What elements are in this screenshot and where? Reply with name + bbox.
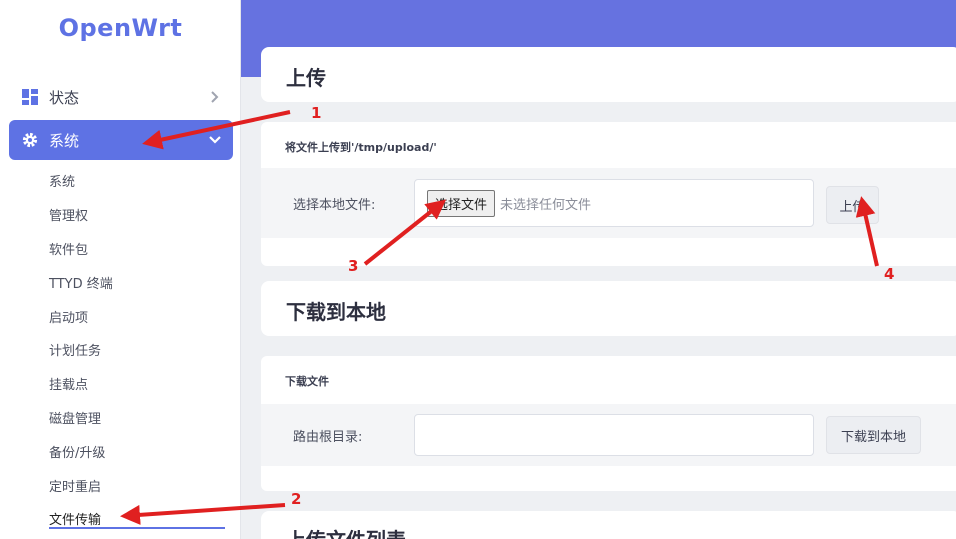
download-title-card: 下载到本地 xyxy=(261,281,956,336)
submenu-item-system[interactable]: 系统 xyxy=(49,164,229,198)
file-input[interactable]: 选择文件 未选择任何文件 xyxy=(414,179,814,227)
submenu-item-reboot-schedule[interactable]: 定时重启 xyxy=(49,468,229,502)
no-file-text: 未选择任何文件 xyxy=(500,197,592,213)
submenu-item-packages[interactable]: 软件包 xyxy=(49,232,229,266)
submenu-item-admin[interactable]: 管理权 xyxy=(49,198,229,232)
chevron-right-icon xyxy=(205,91,225,103)
sidebar-item-system[interactable]: 系统 xyxy=(9,120,233,160)
download-button[interactable]: 下载到本地 xyxy=(826,416,921,454)
sidebar-item-label: 状态 xyxy=(49,88,80,107)
annotation-number-2: 2 xyxy=(291,490,302,508)
sidebar-item-label: 系统 xyxy=(49,131,80,150)
upload-list-card: 上传文件列表 xyxy=(261,511,956,539)
sidebar: OpenWrt 状态 系统 系统 管理权 软件包 TTYD 终端 启动项 计划任… xyxy=(0,0,241,539)
submenu-item-file-transfer[interactable]: 文件传输 xyxy=(49,502,229,536)
annotation-number-1: 1 xyxy=(311,104,322,122)
submenu-item-disk[interactable]: 磁盘管理 xyxy=(49,401,229,435)
router-path-input[interactable] xyxy=(414,414,814,456)
openwrt-logo[interactable]: OpenWrt xyxy=(0,14,241,42)
upload-button[interactable]: 上传 xyxy=(826,186,879,224)
submenu-item-startup[interactable]: 启动项 xyxy=(49,299,229,333)
download-title: 下载到本地 xyxy=(286,300,386,324)
system-submenu: 系统 管理权 软件包 TTYD 终端 启动项 计划任务 挂载点 磁盘管理 备份/… xyxy=(49,164,229,536)
upload-title-card: 上传 xyxy=(261,47,956,102)
active-indicator xyxy=(49,527,225,529)
submenu-item-crontab[interactable]: 计划任务 xyxy=(49,333,229,367)
upload-row-label: 选择本地文件: xyxy=(293,198,376,213)
gear-icon xyxy=(21,131,39,149)
annotation-number-3: 3 xyxy=(348,257,359,275)
annotation-number-4: 4 xyxy=(884,265,895,283)
submenu-item-ttyd[interactable]: TTYD 终端 xyxy=(49,265,229,299)
choose-file-button[interactable]: 选择文件 xyxy=(427,189,496,217)
submenu-item-backup[interactable]: 备份/升级 xyxy=(49,434,229,468)
submenu-item-mounts[interactable]: 挂载点 xyxy=(49,367,229,401)
sidebar-item-status[interactable]: 状态 xyxy=(9,77,233,117)
upload-list-title: 上传文件列表 xyxy=(286,524,406,539)
chevron-down-icon xyxy=(205,135,225,145)
download-row-label: 路由根目录: xyxy=(293,430,363,445)
upload-section-label: 将文件上传到'/tmp/upload/' xyxy=(285,141,437,154)
dashboard-icon xyxy=(21,88,39,106)
upload-title: 上传 xyxy=(286,66,326,90)
download-section-label: 下载文件 xyxy=(285,375,329,388)
